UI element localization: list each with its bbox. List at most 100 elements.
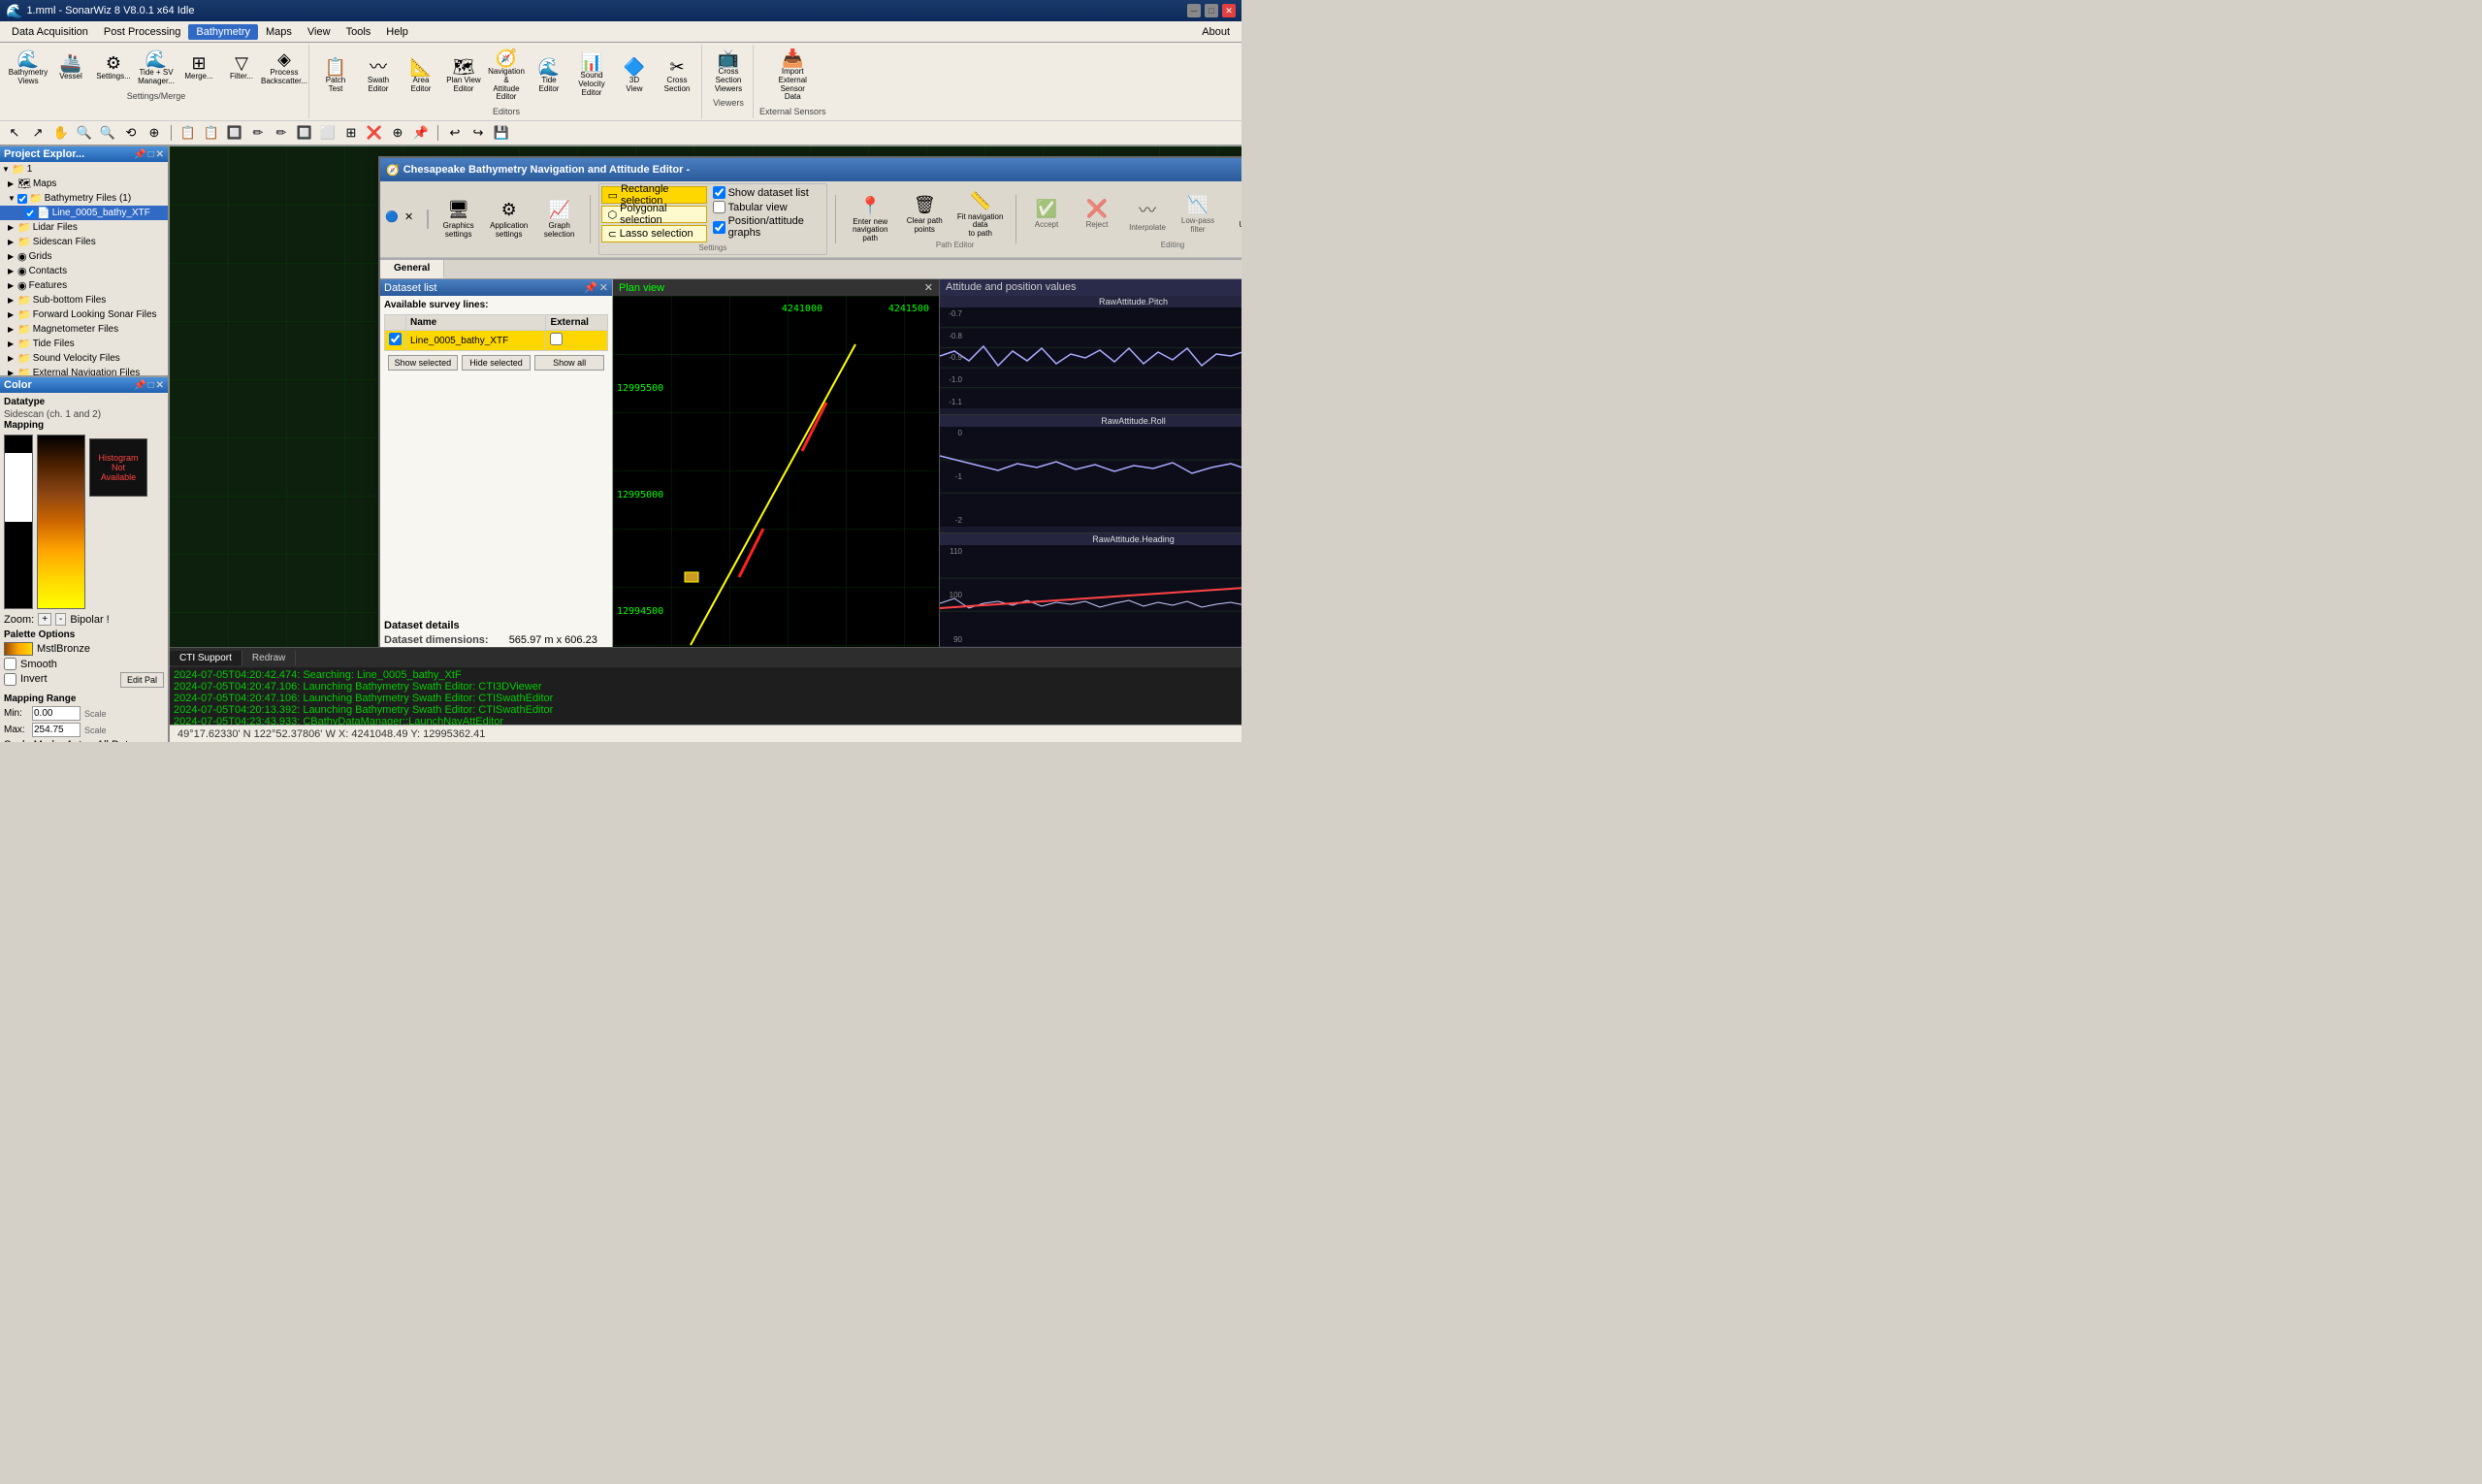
tree-fls[interactable]: ▶ 📁 Forward Looking Sonar Files xyxy=(0,307,168,322)
polygonal-selection-button[interactable]: ⬡ Polygonal selection xyxy=(601,206,707,223)
ne-reject-button[interactable]: ❌ Reject xyxy=(1073,189,1121,240)
tide-sv-button[interactable]: 🌊 Tide + SVManager... xyxy=(136,47,177,89)
position-attitude-checkbox[interactable] xyxy=(713,221,725,234)
tree-subbottom[interactable]: ▶ 📁 Sub-bottom Files xyxy=(0,293,168,307)
dataset-row-line0005[interactable]: Line_0005_bathy_XTF xyxy=(385,331,608,351)
ds-pin-icon[interactable]: 📌 xyxy=(584,281,597,294)
swath-editor-button[interactable]: 〰 SwathEditor xyxy=(358,47,399,105)
pan-tool[interactable]: ✋ xyxy=(50,122,72,144)
menu-post-processing[interactable]: Post Processing xyxy=(96,24,188,40)
hide-selected-button[interactable]: Hide selected xyxy=(462,355,532,371)
tree-sv[interactable]: ▶ 📁 Sound Velocity Files xyxy=(0,351,168,366)
dataset-row-external-checkbox[interactable] xyxy=(550,333,563,345)
undo-tool[interactable]: ↩ xyxy=(444,122,466,144)
ne-application-settings-button[interactable]: ⚙ Applicationsettings xyxy=(485,194,533,244)
pe-undock-icon[interactable]: □ xyxy=(148,149,154,160)
ne-tb-icon2[interactable]: ✕ xyxy=(403,210,421,229)
close-button[interactable]: ✕ xyxy=(1222,4,1236,17)
zoom-plus-button[interactable]: + xyxy=(38,613,51,626)
ne-graph-selection-button[interactable]: 📈 Graphselection xyxy=(535,194,584,244)
output-tab-cti[interactable]: CTI Support xyxy=(170,651,242,665)
plan-view-editor-button[interactable]: 🗺 Plan ViewEditor xyxy=(443,47,484,105)
maximize-button[interactable]: □ xyxy=(1205,4,1218,17)
invert-checkbox[interactable] xyxy=(4,673,16,686)
nav-tab-general[interactable]: General xyxy=(380,260,444,278)
ne-graphics-settings-button[interactable]: 🖥 Graphicssettings xyxy=(435,194,483,244)
tree-line-0005[interactable]: 📄 Line_0005_bathy_XTF xyxy=(0,206,168,220)
tabular-view-checkbox[interactable] xyxy=(713,201,725,213)
zoom-out-tool[interactable]: 🔍 xyxy=(97,122,118,144)
tide-editor-button[interactable]: 🌊 TideEditor xyxy=(529,47,569,105)
tree-line-checkbox[interactable] xyxy=(25,209,35,218)
select-rect-tool[interactable]: 🔲 xyxy=(224,122,245,144)
menu-view[interactable]: View xyxy=(300,24,338,40)
tree-features[interactable]: ▶ ◉ Features xyxy=(0,278,168,293)
patch-test-button[interactable]: 📋 PatchTest xyxy=(315,47,356,105)
settings-button[interactable]: ⚙ Settings... xyxy=(93,47,134,89)
tree-contacts[interactable]: ▶ ◉ Contacts xyxy=(0,264,168,278)
minimize-button[interactable]: ─ xyxy=(1187,4,1201,17)
box-tool[interactable]: 🔲 xyxy=(294,122,315,144)
rectangle-selection-button[interactable]: ▭ Rectangle selection xyxy=(601,186,707,204)
cross-section-viewers-button[interactable]: 📺 Cross SectionViewers xyxy=(708,47,749,96)
area-editor-button[interactable]: 📐 AreaEditor xyxy=(401,47,441,105)
ds-close-icon[interactable]: ✕ xyxy=(599,281,608,294)
cp-undock-icon[interactable]: □ xyxy=(148,380,154,391)
smooth-checkbox[interactable] xyxy=(4,658,16,670)
ne-tb-icon1[interactable]: 🔵 xyxy=(384,210,402,229)
ne-low-pass-filter-button[interactable]: 📉 Low-pass filter xyxy=(1174,189,1222,240)
delete-tool[interactable]: ❌ xyxy=(364,122,385,144)
zoom-in-tool[interactable]: 🔍 xyxy=(74,122,95,144)
pin-tool[interactable]: 📌 xyxy=(410,122,432,144)
ne-fit-nav-button[interactable]: 📏 Fit navigation datato path xyxy=(951,189,1010,240)
bathymetry-views-button[interactable]: 🌊 BathymetryViews xyxy=(8,47,48,89)
tree-lidar[interactable]: ▶ 📁 Lidar Files xyxy=(0,220,168,235)
vessel-button[interactable]: 🚢 Vessel xyxy=(50,47,91,89)
show-all-button[interactable]: Show all xyxy=(534,355,604,371)
menu-tools[interactable]: Tools xyxy=(338,24,379,40)
nav-attitude-editor-button[interactable]: 🧭 Navigation &Attitude Editor xyxy=(486,47,527,105)
tree-maps[interactable]: ▶ 🗺 Maps xyxy=(0,177,168,191)
sound-velocity-editor-button[interactable]: 📊 SoundVelocity Editor xyxy=(571,47,612,105)
lasso-selection-button[interactable]: ⊂ Lasso selection xyxy=(601,225,707,242)
plan-view-close-icon[interactable]: ✕ xyxy=(924,281,933,294)
ne-accept-button[interactable]: ✅ Accept xyxy=(1022,189,1071,240)
tree-tide[interactable]: ▶ 📁 Tide Files xyxy=(0,337,168,351)
rotate-tool[interactable]: ⟲ xyxy=(120,122,142,144)
tree-sidescan[interactable]: ▶ 📁 Sidescan Files xyxy=(0,235,168,249)
edit-tool[interactable]: ✏ xyxy=(271,122,292,144)
menu-data-acquisition[interactable]: Data Acquisition xyxy=(4,24,96,40)
dataset-row-checkbox[interactable] xyxy=(389,333,402,345)
zoom-minus-button[interactable]: - xyxy=(55,613,66,626)
add-tool[interactable]: ⊕ xyxy=(387,122,408,144)
paste-tool[interactable]: 📋 xyxy=(201,122,222,144)
save-tool[interactable]: 💾 xyxy=(491,122,512,144)
import-external-sensor-button[interactable]: 📥 Import ExternalSensor Data xyxy=(772,47,813,105)
tree-mag[interactable]: ▶ 📁 Magnetometer Files xyxy=(0,322,168,337)
menu-maps[interactable]: Maps xyxy=(258,24,300,40)
show-dataset-list-checkbox[interactable] xyxy=(713,186,725,199)
ne-clear-path-button[interactable]: 🗑 Clear pathpoints xyxy=(900,189,949,240)
cross-section-button[interactable]: ✂ CrossSection xyxy=(657,47,697,105)
3d-view-button[interactable]: 🔷 3DView xyxy=(614,47,655,105)
menu-bathymetry[interactable]: Bathymetry xyxy=(188,24,258,40)
copy-tool[interactable]: 📋 xyxy=(177,122,199,144)
tree-ext-nav[interactable]: ▶ 📁 External Navigation Files xyxy=(0,366,168,375)
ne-undo-button[interactable]: ↩ Undo xyxy=(1224,189,1241,240)
ne-enter-new-nav-button[interactable]: 📍 Enter newnavigation path xyxy=(842,194,898,244)
edit-palette-button[interactable]: Edit Pal xyxy=(120,672,164,688)
ne-interpolate-button[interactable]: 〰 Interpolate xyxy=(1123,189,1172,240)
white-box-tool[interactable]: ⬜ xyxy=(317,122,338,144)
select-tool[interactable]: ↗ xyxy=(27,122,48,144)
tree-bathy-files[interactable]: ▼ 📁 Bathymetry Files (1) xyxy=(0,191,168,206)
output-tab-redraw[interactable]: Redraw xyxy=(242,651,296,665)
pe-close-icon[interactable]: ✕ xyxy=(156,149,164,160)
cursor-tool[interactable]: ↖ xyxy=(4,122,25,144)
filter-button[interactable]: ▽ Filter... xyxy=(221,47,262,89)
show-selected-button[interactable]: Show selected xyxy=(388,355,458,371)
max-input[interactable] xyxy=(32,723,81,737)
tree-grids[interactable]: ▶ ◉ Grids xyxy=(0,249,168,264)
tree-root[interactable]: ▼ 📁 1 xyxy=(0,162,168,177)
grid-tool[interactable]: ⊞ xyxy=(340,122,362,144)
cp-close-icon[interactable]: ✕ xyxy=(156,380,164,391)
